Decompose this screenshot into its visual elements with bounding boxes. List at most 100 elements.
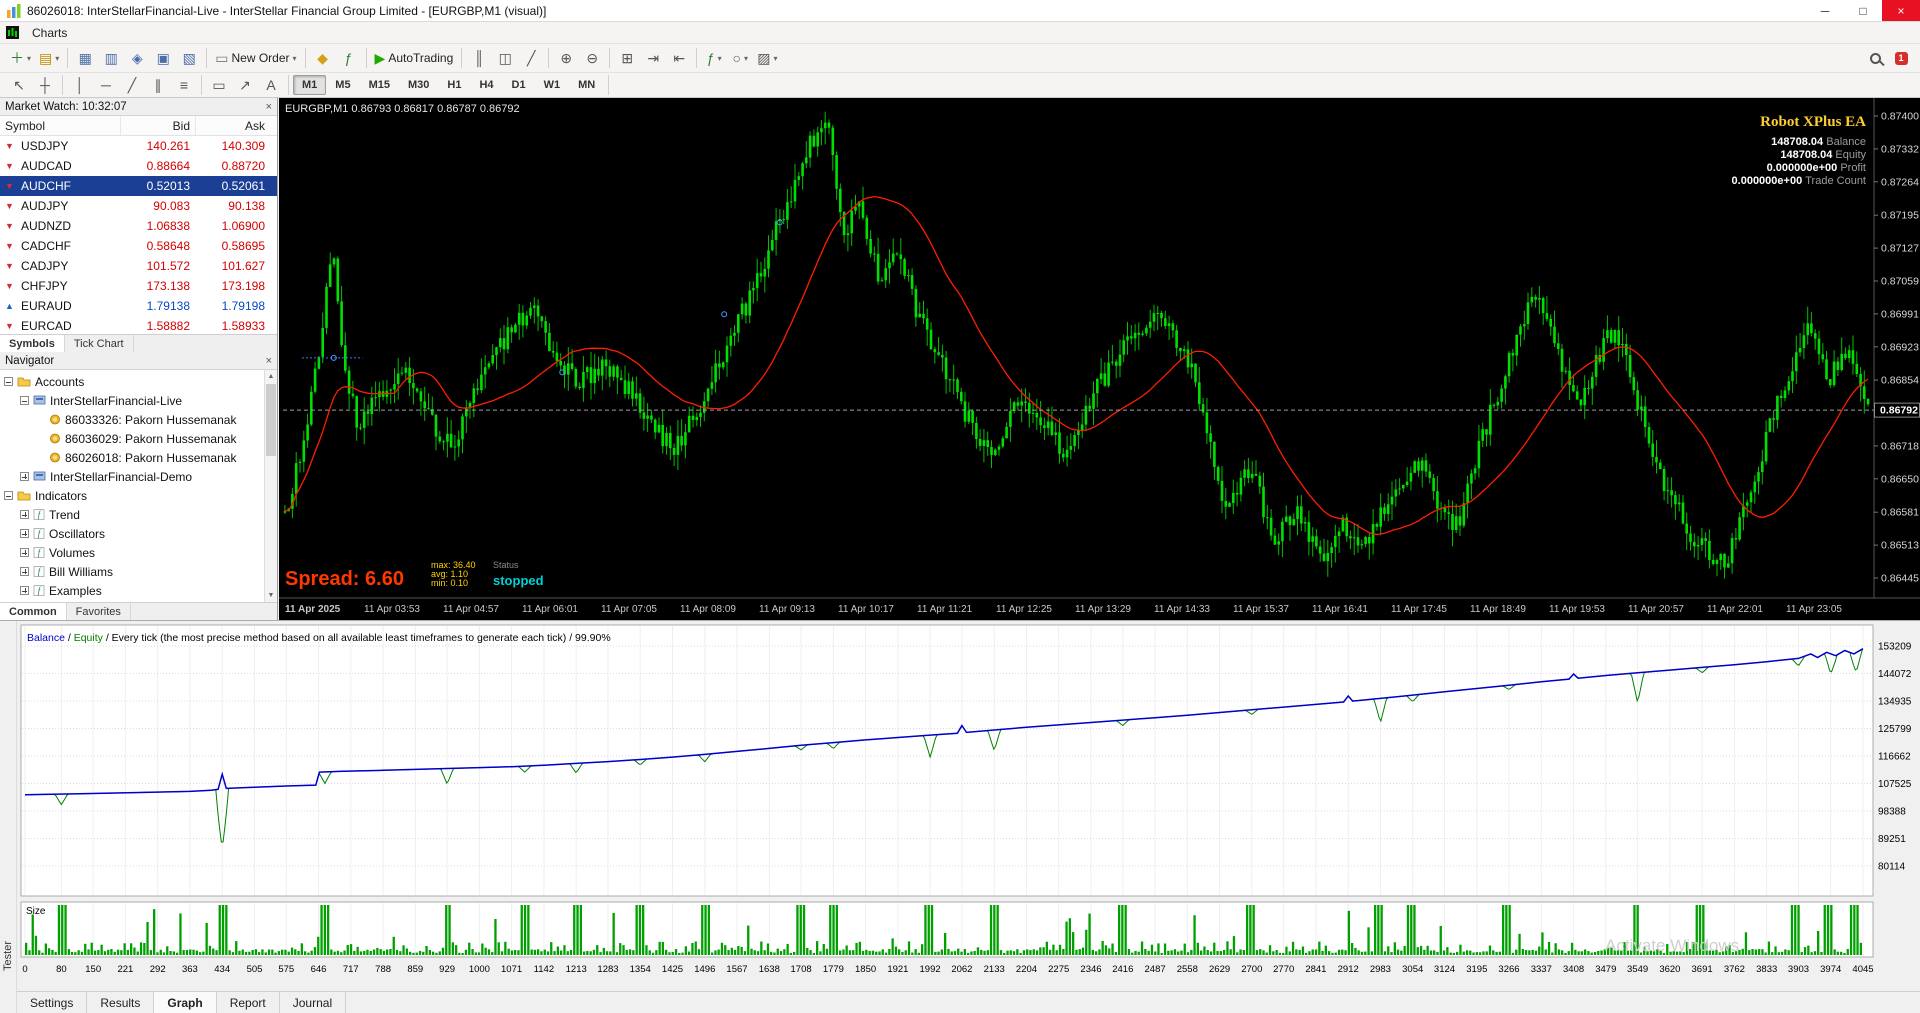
maximize-button[interactable]: □: [1844, 0, 1882, 21]
periods-button[interactable]: ○ ▾: [727, 46, 753, 70]
timeframe-m1-button[interactable]: M1: [293, 75, 327, 95]
tree-item-interstellarfinancial-live[interactable]: InterStellarFinancial-Live: [0, 391, 264, 410]
templates-button[interactable]: ▨ ▾: [753, 46, 781, 70]
symbol-name: CHFJPY: [21, 279, 68, 293]
tab-symbols[interactable]: Symbols: [0, 335, 65, 352]
market-watch-row-EURCAD[interactable]: ▼ EURCAD 1.58882 1.58933: [0, 316, 277, 334]
market-watch-row-CHFJPY[interactable]: ▼ CHFJPY 173.138 173.198: [0, 276, 277, 296]
data-window-button[interactable]: ▥: [98, 46, 124, 70]
market-watch-row-AUDNZD[interactable]: ▼ AUDNZD 1.06838 1.06900: [0, 216, 277, 236]
autotrading-button[interactable]: ▶ AutoTrading: [371, 46, 458, 70]
zoom-in-button[interactable]: ⊕: [553, 46, 579, 70]
scroll-up-icon[interactable]: ▲: [265, 370, 277, 383]
expand-icon[interactable]: [20, 472, 29, 481]
expert-advisors-button[interactable]: ƒ: [336, 46, 362, 70]
market-watch-close-icon[interactable]: ×: [266, 101, 272, 113]
tab-common[interactable]: Common: [0, 603, 67, 620]
indicators-button[interactable]: ƒ ▾: [701, 46, 727, 70]
menu-charts[interactable]: Charts: [23, 23, 84, 43]
collapse-icon[interactable]: [4, 377, 13, 386]
market-watch-row-USDJPY[interactable]: ▼ USDJPY 140.261 140.309: [0, 136, 277, 156]
horizontal-line-button[interactable]: ─: [93, 73, 119, 97]
timeframe-h4-button[interactable]: H4: [470, 75, 502, 95]
new-chart-button[interactable]: ＋ ▾: [6, 46, 35, 70]
tree-item-bill-williams[interactable]: f Bill Williams: [0, 562, 264, 581]
tree-item-volumes[interactable]: f Volumes: [0, 543, 264, 562]
column-header-symbol[interactable]: Symbol: [0, 116, 120, 135]
chart-shift-button[interactable]: ⇤: [666, 46, 692, 70]
chart-candles-button[interactable]: ◫: [492, 46, 518, 70]
vertical-line-button[interactable]: │: [67, 73, 93, 97]
crosshair-button[interactable]: ┼: [32, 73, 58, 97]
tab-tick-chart[interactable]: Tick Chart: [65, 335, 134, 352]
market-watch-row-AUDCHF[interactable]: ▼ AUDCHF 0.52013 0.52061: [0, 176, 277, 196]
column-header-bid[interactable]: Bid: [120, 116, 195, 135]
market-watch-row-CADCHF[interactable]: ▼ CADCHF 0.58648 0.58695: [0, 236, 277, 256]
timeframe-h1-button[interactable]: H1: [438, 75, 470, 95]
tree-item-trend[interactable]: f Trend: [0, 505, 264, 524]
new-order-button[interactable]: ▭ New Order ▾: [211, 46, 300, 70]
market-watch-row-AUDJPY[interactable]: ▼ AUDJPY 90.083 90.138: [0, 196, 277, 216]
metaeditor-button[interactable]: ◆: [310, 46, 336, 70]
tree-item-accounts[interactable]: Accounts: [0, 372, 264, 391]
market-watch-row-AUDCAD[interactable]: ▼ AUDCAD 0.88664 0.88720: [0, 156, 277, 176]
chart-line-button[interactable]: ╱: [518, 46, 544, 70]
tester-tab-journal[interactable]: Journal: [280, 992, 347, 1013]
arrows-button[interactable]: ↗: [232, 73, 258, 97]
profiles-button[interactable]: ▤ ▾: [35, 46, 63, 70]
tree-item-interstellarfinancial-demo[interactable]: InterStellarFinancial-Demo: [0, 467, 264, 486]
tree-item-indicators[interactable]: Indicators: [0, 486, 264, 505]
tester-tab-report[interactable]: Report: [217, 992, 280, 1013]
strategy-tester-button[interactable]: ▧: [176, 46, 202, 70]
tester-tab-results[interactable]: Results: [87, 992, 155, 1013]
close-button[interactable]: ×: [1882, 0, 1920, 21]
scrollbar-thumb[interactable]: [266, 384, 276, 456]
alerts-button[interactable]: 1: [1888, 46, 1914, 70]
tree-item-86033326-pakorn-hussemanak[interactable]: 86033326: Pakorn Hussemanak: [0, 410, 264, 429]
timeframe-m30-button[interactable]: M30: [399, 75, 438, 95]
trendline-button[interactable]: ╱: [119, 73, 145, 97]
timeframe-m15-button[interactable]: M15: [360, 75, 399, 95]
terminal-button[interactable]: ▣: [150, 46, 176, 70]
minimize-button[interactable]: ─: [1806, 0, 1844, 21]
tree-item-86026018-pakorn-hussemanak[interactable]: 86026018: Pakorn Hussemanak: [0, 448, 264, 467]
timeframe-w1-button[interactable]: W1: [535, 75, 570, 95]
tester-tab-graph[interactable]: Graph: [154, 992, 217, 1013]
tester-graph-svg[interactable]: 153209 144072 134935 125799 116662 107525 9838…: [17, 621, 1920, 990]
tab-favorites[interactable]: Favorites: [67, 603, 131, 620]
market-watch-row-EURAUD[interactable]: ▲ EURAUD 1.79138 1.79198: [0, 296, 277, 316]
chart-bars-button[interactable]: ║: [466, 46, 492, 70]
expand-icon[interactable]: [20, 567, 29, 576]
navigator-scrollbar[interactable]: ▲ ▼: [264, 370, 277, 602]
timeframe-d1-button[interactable]: D1: [503, 75, 535, 95]
price-chart[interactable]: 0.87400 0.87332 0.87264 0.87195 0.87127 0.870…: [279, 98, 1920, 620]
timeframe-mn-button[interactable]: MN: [569, 75, 604, 95]
collapse-icon[interactable]: [20, 396, 29, 405]
expand-icon[interactable]: [20, 586, 29, 595]
navigator-button[interactable]: ◈: [124, 46, 150, 70]
fibonacci-retracement-button[interactable]: ≡: [171, 73, 197, 97]
navigator-close-icon[interactable]: ×: [266, 355, 272, 367]
expand-icon[interactable]: [20, 529, 29, 538]
scroll-down-icon[interactable]: ▼: [265, 589, 277, 602]
market-watch-row-CADJPY[interactable]: ▼ CADJPY 101.572 101.627: [0, 256, 277, 276]
tester-tab-settings[interactable]: Settings: [17, 992, 88, 1013]
equidistant-channel-button[interactable]: ∥: [145, 73, 171, 97]
text-button[interactable]: A: [258, 73, 284, 97]
search-button[interactable]: [1862, 46, 1888, 70]
cursor-button[interactable]: ↖: [6, 73, 32, 97]
market-watch-button[interactable]: ▦: [72, 46, 98, 70]
expand-icon[interactable]: [20, 548, 29, 557]
auto-scroll-button[interactable]: ⇥: [640, 46, 666, 70]
tile-windows-button[interactable]: ⊞: [614, 46, 640, 70]
tester-side-label[interactable]: Tester: [2, 941, 14, 971]
tree-item-86036029-pakorn-hussemanak[interactable]: 86036029: Pakorn Hussemanak: [0, 429, 264, 448]
tree-item-oscillators[interactable]: f Oscillators: [0, 524, 264, 543]
shapes-button[interactable]: ▭: [206, 73, 232, 97]
expand-icon[interactable]: [20, 510, 29, 519]
zoom-out-button[interactable]: ⊖: [579, 46, 605, 70]
timeframe-m5-button[interactable]: M5: [326, 75, 359, 95]
column-header-ask[interactable]: Ask: [195, 116, 270, 135]
collapse-icon[interactable]: [4, 491, 13, 500]
tree-item-examples[interactable]: f Examples: [0, 581, 264, 600]
